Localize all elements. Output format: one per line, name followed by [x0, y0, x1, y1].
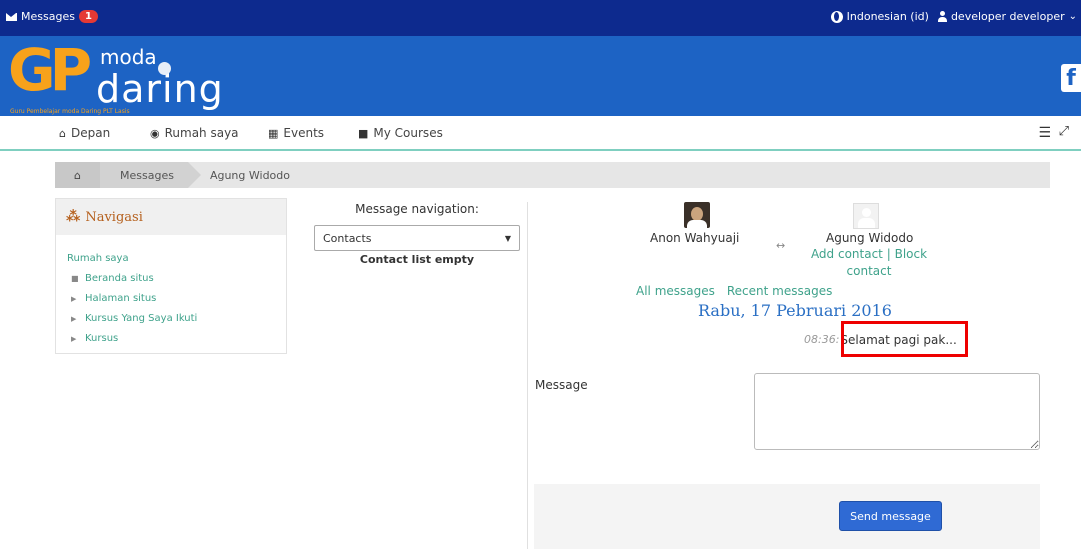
facebook-icon[interactable]: f	[1061, 64, 1081, 92]
nav-tree-kursus[interactable]: ▶ Kursus	[67, 329, 286, 349]
envelope-icon	[6, 12, 17, 21]
dashboard-icon: ◉	[150, 126, 160, 140]
nav-tree-label: Kursus	[85, 333, 119, 344]
contact-list-empty: Contact list empty	[359, 253, 475, 266]
conversation-arrows-icon: ↔	[776, 239, 786, 252]
breadcrumb: ⌂ Messages Agung Widodo	[55, 162, 1050, 188]
contact-actions: Add contact | Block contact	[807, 246, 931, 280]
nav-item-label: Events	[283, 126, 325, 140]
logo-subtitle: Guru Pembelajar moda Daring PLT Lasis	[10, 108, 130, 115]
triangle-right-icon: ▶	[71, 315, 77, 323]
highlight-box	[841, 321, 968, 357]
column-divider	[527, 202, 528, 549]
message-label: Message	[535, 378, 588, 392]
logo-dot	[158, 62, 171, 75]
user-name: developer developer	[950, 10, 1065, 23]
breadcrumb-current: Agung Widodo	[209, 168, 290, 182]
nav-tree-rumah-saya[interactable]: Rumah saya	[67, 249, 286, 269]
logo-moda: moda	[100, 45, 157, 69]
nav-tree-halaman-situs[interactable]: ▶ Halaman situs	[67, 289, 286, 309]
navigation-tree: Rumah saya ■ Beranda situs ▶ Halaman sit…	[56, 235, 286, 349]
message-history-links: All messages Recent messages	[636, 284, 832, 298]
nav-item-label: Rumah saya	[164, 126, 239, 140]
nav-item-label: My Courses	[373, 126, 443, 140]
user1-name[interactable]: Anon Wahyuaji	[650, 231, 739, 245]
user-menu[interactable]: developer developer ⌄	[937, 10, 1077, 23]
avatar-agung-widodo	[853, 203, 879, 229]
conversation-date: Rabu, 17 Pebruari 2016	[698, 301, 892, 320]
nav-item-depan[interactable]: ⌂ Depan	[59, 126, 110, 140]
nav-tree-label: Beranda situs	[85, 273, 154, 284]
sitemap-icon: ⁂	[66, 209, 81, 225]
messages-menu[interactable]: Messages 1	[6, 10, 98, 23]
message-textarea[interactable]	[754, 373, 1040, 450]
chevron-down-icon: ⌄	[1068, 11, 1077, 22]
messages-label: Messages	[21, 10, 75, 23]
triangle-right-icon: ▶	[71, 295, 77, 303]
contacts-select-value: Contacts	[323, 231, 372, 245]
message-time: 08:36:	[804, 333, 840, 346]
user2-name[interactable]: Agung Widodo	[826, 231, 913, 245]
navigation-block-header[interactable]: ⁂ Navigasi	[56, 199, 286, 235]
home-icon: ⌂	[74, 168, 81, 182]
nav-tree-kursus-yang-saya-ikuti[interactable]: ▶ Kursus Yang Saya Ikuti	[67, 309, 286, 329]
separator: |	[886, 247, 891, 261]
add-contact-link[interactable]: Add contact	[811, 247, 883, 261]
logo-daring: daring	[96, 67, 224, 111]
all-messages-link[interactable]: All messages	[636, 284, 715, 298]
expand-icon[interactable]: ⤢	[1059, 124, 1069, 139]
dropdown-arrow-icon: ▼	[504, 233, 511, 243]
messages-count-badge: 1	[78, 10, 98, 23]
nav-item-rumah-saya[interactable]: ◉ Rumah saya	[150, 126, 239, 140]
globe-icon	[830, 10, 843, 23]
message-navigation-label: Message navigation:	[355, 202, 479, 216]
logo-gp: GP	[8, 36, 92, 104]
nav-tree-label: Kursus Yang Saya Ikuti	[85, 313, 198, 324]
block-contact-label-2: contact	[846, 264, 892, 278]
block-contact-label: Block	[894, 247, 928, 261]
dock-block-icon[interactable]: ☰	[1038, 125, 1051, 141]
language-label: Indonesian (id)	[846, 10, 929, 23]
avatar-anon-wahyuaji	[684, 202, 710, 228]
nav-tree-label: Halaman situs	[85, 293, 157, 304]
briefcase-icon: ■	[358, 126, 369, 140]
nav-item-my-courses[interactable]: ■ My Courses	[358, 126, 443, 140]
calendar-icon: ▦	[268, 126, 279, 140]
nav-item-label: Depan	[70, 126, 111, 140]
breadcrumb-messages[interactable]: Messages	[100, 162, 201, 188]
navigation-block-title: Navigasi	[85, 209, 143, 225]
nav-tree-beranda-situs[interactable]: ■ Beranda situs	[67, 269, 286, 289]
send-message-button[interactable]: Send message	[839, 501, 942, 531]
message-navigation: Message navigation: Contacts ▼ Contact l…	[314, 202, 520, 266]
language-menu[interactable]: Indonesian (id)	[830, 10, 929, 23]
top-bar: Messages 1 Indonesian (id) developer dev…	[0, 0, 1081, 36]
home-icon: ⌂	[59, 126, 66, 140]
nav-item-events[interactable]: ▦ Events	[268, 126, 324, 140]
compose-footer	[534, 484, 1040, 549]
main-nav: ⌂ Depan ◉ Rumah saya ▦ Events ■ My Cours…	[0, 116, 1081, 151]
triangle-right-icon: ▶	[71, 335, 77, 343]
user-icon	[937, 11, 947, 22]
bullet-icon: ■	[71, 274, 79, 283]
navigation-block: ⁂ Navigasi Rumah saya ■ Beranda situs ▶ …	[55, 198, 287, 354]
recent-messages-link[interactable]: Recent messages	[727, 284, 832, 298]
breadcrumb-home[interactable]: ⌂	[55, 162, 100, 188]
contacts-select[interactable]: Contacts ▼	[314, 225, 520, 251]
